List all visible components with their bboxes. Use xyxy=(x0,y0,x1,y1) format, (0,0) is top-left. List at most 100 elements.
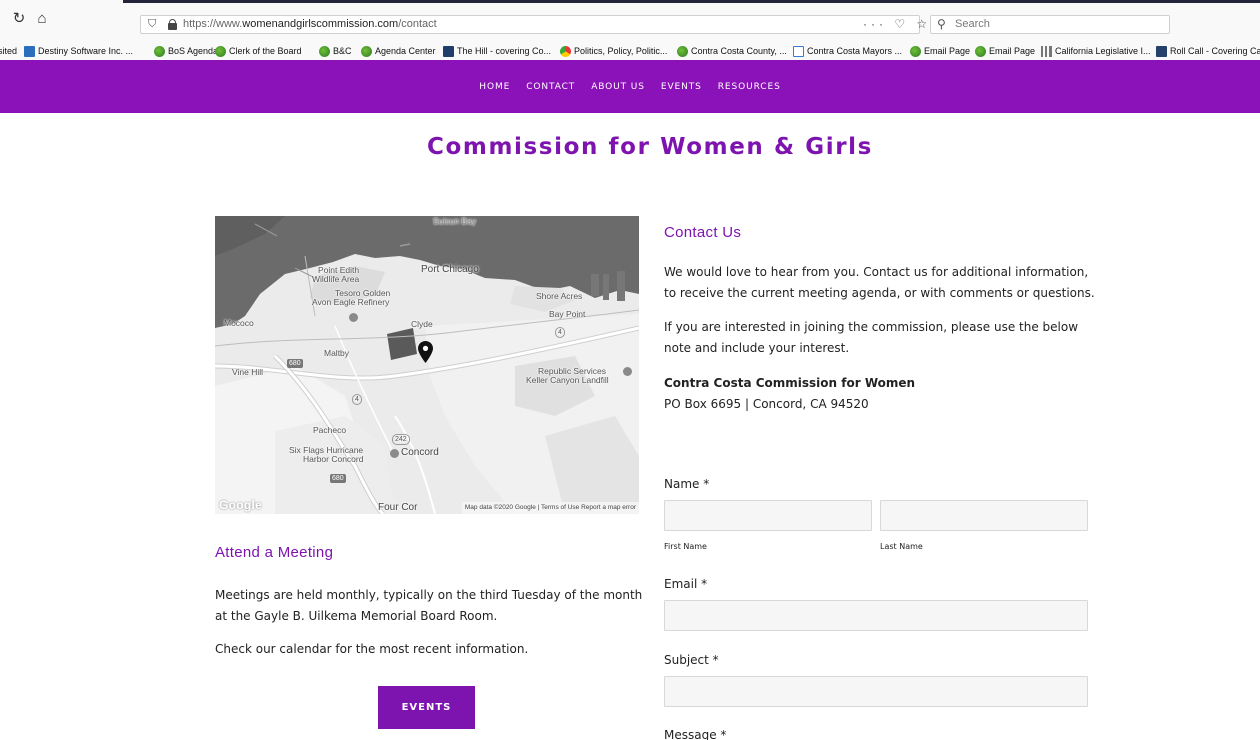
nav-about-us[interactable]: ABOUT US xyxy=(591,82,645,92)
bookmark-item[interactable]: Clerk of the Board xyxy=(215,42,302,60)
bookmark-item[interactable]: Politics, Policy, Politic... xyxy=(560,42,667,60)
tracking-shield-icon[interactable]: ⛉ xyxy=(148,16,156,33)
url-domain: womenandgirlscommission.com xyxy=(242,18,399,30)
join-paragraph: If you are interested in joining the com… xyxy=(664,317,1124,359)
bookmark-label: Clerk of the Board xyxy=(229,46,302,56)
nav-events[interactable]: EVENTS xyxy=(661,82,702,92)
bookmark-item[interactable]: California Legislative I... xyxy=(1041,42,1151,60)
google-logo[interactable]: Google xyxy=(219,498,262,512)
org-name: Contra Costa Commission for Women xyxy=(664,376,916,390)
address-block: Contra Costa Commission for Women PO Box… xyxy=(664,373,915,415)
search-bar[interactable]: ⚲ Search xyxy=(930,15,1170,34)
bookmark-item[interactable]: Contra Costa County, ... xyxy=(677,42,787,60)
bookmark-item[interactable]: Email Page xyxy=(975,42,1035,60)
subject-input[interactable] xyxy=(664,676,1088,707)
map-label: Maltby xyxy=(324,348,350,358)
join-text-line: If you are interested in joining the com… xyxy=(664,320,1079,334)
globe-icon xyxy=(677,45,688,57)
rollcall-icon xyxy=(1156,45,1167,57)
bookmark-item[interactable]: Agenda Center xyxy=(361,42,436,60)
map-label: Keller Canyon Landfill xyxy=(526,375,609,385)
contact-heading: Contact Us xyxy=(664,224,742,241)
site-nav-bar: HOME CONTACT ABOUT US EVENTS RESOURCES xyxy=(0,60,1260,113)
bookmark-label: Destiny Software Inc. ... xyxy=(38,46,134,56)
bookmark-label: Email Page xyxy=(989,46,1036,56)
dark-square-icon xyxy=(443,45,454,57)
nav-contact[interactable]: CONTACT xyxy=(526,82,575,92)
bookmark-label: The Hill - covering Co... xyxy=(457,46,552,56)
bookmark-label: isited xyxy=(0,46,18,56)
url-prefix: https://www. xyxy=(183,18,243,30)
events-button[interactable]: EVENTS xyxy=(378,686,475,729)
map-label: Bay Point xyxy=(549,309,586,319)
first-name-input[interactable] xyxy=(664,500,872,531)
map-graphic xyxy=(215,216,639,514)
doc-icon xyxy=(793,45,804,57)
contact-paragraph: We would love to hear from you. Contact … xyxy=(664,262,1124,304)
contact-text-line: We would love to hear from you. Contact … xyxy=(664,265,1089,279)
map-footer: Google Map data ©2020 Google | Terms of … xyxy=(215,498,639,514)
map-label: Wildlife Area xyxy=(312,274,360,284)
name-label: Name * xyxy=(664,477,710,491)
home-icon[interactable]: ⌂ xyxy=(33,10,51,28)
meeting-text-line: Meetings are held monthly, typically on … xyxy=(215,588,643,602)
globe-icon xyxy=(975,45,986,57)
bookmarks-toolbar: isited Destiny Software Inc. ... BoS Age… xyxy=(0,42,1260,60)
bookmark-item[interactable]: Contra Costa Mayors ... xyxy=(793,42,902,60)
bookmark-label: Politics, Policy, Politic... xyxy=(574,46,668,56)
bookmark-label: California Legislative I... xyxy=(1055,46,1151,56)
map-label: Clyde xyxy=(411,319,433,329)
lock-icon[interactable] xyxy=(168,19,177,30)
bookmark-label: Email Page xyxy=(924,46,971,56)
map-label: Port Chicago xyxy=(421,264,479,275)
bookmark-item[interactable]: Destiny Software Inc. ... xyxy=(24,42,133,60)
map-label: Harbor Concord xyxy=(303,454,364,464)
map-label: Shore Acres xyxy=(536,291,583,301)
browser-toolbar: ↻ ⌂ ⛉ https://www.womenandgirlscommissio… xyxy=(0,0,1260,42)
meeting-heading: Attend a Meeting xyxy=(215,544,334,561)
nav-home[interactable]: HOME xyxy=(479,82,510,92)
last-name-input[interactable] xyxy=(880,500,1088,531)
poi-marker-icon xyxy=(390,449,399,458)
email-input[interactable] xyxy=(664,600,1088,631)
bookmark-label: Roll Call - Covering Ca xyxy=(1170,46,1260,56)
map-attribution[interactable]: Map data ©2020 Google | Terms of Use Rep… xyxy=(461,502,639,514)
nav-resources[interactable]: RESOURCES xyxy=(718,82,781,92)
bookmark-item[interactable]: Roll Call - Covering Ca xyxy=(1156,42,1260,60)
url-text[interactable]: https://www.womenandgirlscommission.com/… xyxy=(183,16,437,33)
bookmark-item[interactable]: Email Page xyxy=(910,42,970,60)
last-name-label: Last Name xyxy=(880,542,923,551)
globe-icon xyxy=(319,45,330,57)
reload-icon[interactable]: ↻ xyxy=(10,10,28,28)
search-placeholder: Search xyxy=(955,18,990,30)
bookmark-item[interactable]: The Hill - covering Co... xyxy=(443,42,551,60)
map-label: Suisun Bay xyxy=(433,216,476,226)
highway-shield-icon: 4 xyxy=(555,327,565,338)
map-label: Concord xyxy=(401,447,439,458)
url-bar[interactable]: ⛉ https://www.womenandgirlscommission.co… xyxy=(140,15,920,34)
page-actions-icons[interactable]: ··· ♡ ☆ xyxy=(863,15,931,34)
bookmark-item[interactable]: B&C xyxy=(319,42,352,60)
globe-icon xyxy=(154,45,165,57)
first-name-label: First Name xyxy=(664,542,707,551)
highway-shield-icon: 680 xyxy=(330,474,346,483)
page-title: Commission for Women & Girls xyxy=(427,134,873,160)
location-map[interactable]: Suisun Bay Point Edith Wildlife Area Por… xyxy=(215,216,639,514)
poi-marker-icon xyxy=(623,367,632,376)
chrome-icon xyxy=(560,45,571,57)
columns-icon xyxy=(1041,45,1052,57)
bookmark-item[interactable]: isited xyxy=(0,42,17,60)
globe-icon xyxy=(215,45,226,57)
contact-text-line: to receive the current meeting agenda, o… xyxy=(664,286,1095,300)
search-icon: ⚲ xyxy=(937,17,946,31)
map-label: Avon Eagle Refinery xyxy=(312,297,390,307)
email-label: Email * xyxy=(664,577,708,591)
highway-shield-icon: 680 xyxy=(287,359,303,368)
toolbar-accent-strip xyxy=(123,0,1260,3)
globe-icon xyxy=(910,45,921,57)
map-pin-icon[interactable] xyxy=(418,341,433,363)
bookmark-item[interactable]: BoS Agendas xyxy=(154,42,223,60)
bookmark-label: Contra Costa County, ... xyxy=(691,46,787,56)
url-path: /contact xyxy=(398,18,437,30)
join-text-line: note and include your interest. xyxy=(664,341,850,355)
